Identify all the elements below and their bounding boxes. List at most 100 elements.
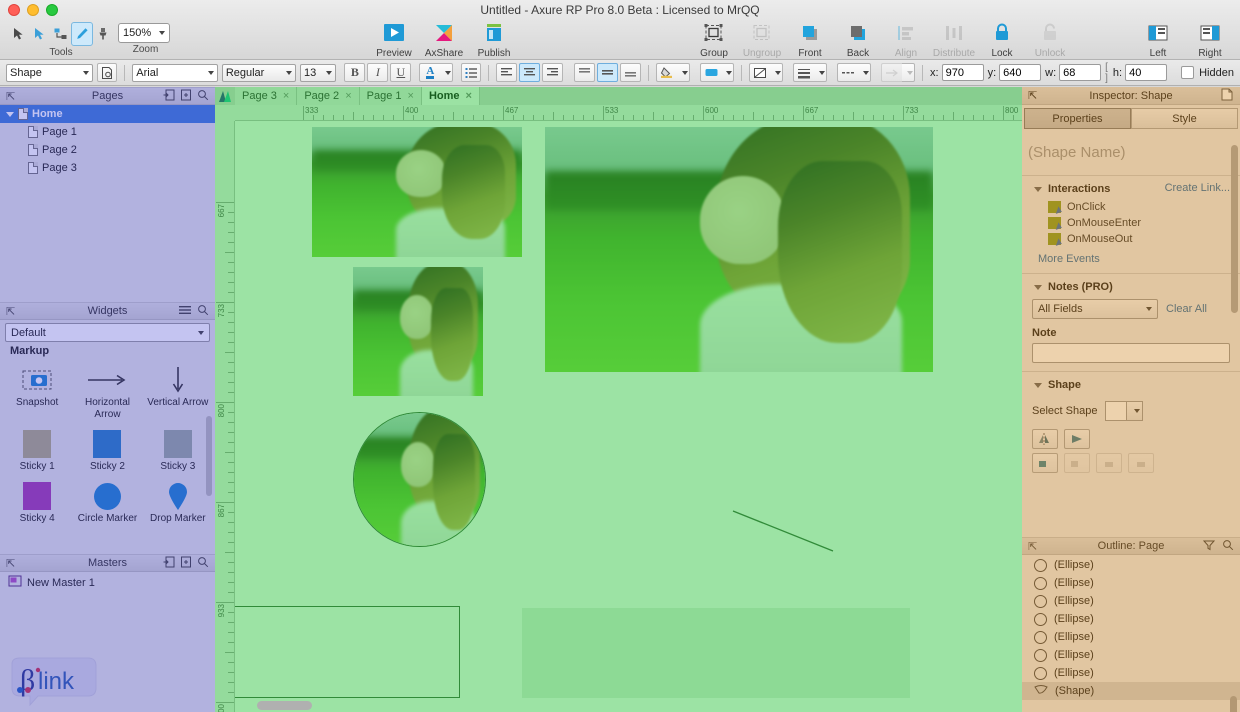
tab-style[interactable]: Style — [1131, 108, 1238, 129]
line-width-dropdown[interactable] — [814, 63, 828, 82]
chevron-down-icon[interactable] — [1034, 382, 1042, 388]
outline-item[interactable]: (Ellipse) — [1022, 646, 1240, 664]
flip-horizontal-button[interactable] — [1032, 429, 1058, 449]
canvas-tab-page-2[interactable]: Page 2 × — [297, 87, 360, 105]
underline-button[interactable]: U — [390, 63, 412, 82]
menu-icon[interactable] — [179, 305, 191, 318]
shape-extra-button-3[interactable] — [1096, 453, 1122, 473]
image-widget-small[interactable] — [353, 267, 483, 396]
inspector-scrollbar[interactable] — [1231, 145, 1238, 313]
outline-item[interactable]: (Ellipse) — [1022, 628, 1240, 646]
close-icon[interactable]: × — [408, 90, 414, 102]
hidden-checkbox[interactable] — [1181, 66, 1195, 79]
outline-scrollbar[interactable] — [1230, 696, 1237, 712]
widget-item-snapshot[interactable]: Snapshot — [2, 357, 72, 421]
back-button[interactable]: Back — [836, 20, 880, 59]
outline-item[interactable]: (Ellipse) — [1022, 610, 1240, 628]
hidden-checkbox-group[interactable]: Hidden — [1181, 66, 1234, 79]
toggle-right-pane-button[interactable]: Right — [1188, 20, 1232, 59]
align-right-button[interactable] — [542, 63, 564, 82]
y-input[interactable] — [999, 64, 1042, 81]
shape-header[interactable]: Shape — [1022, 372, 1240, 395]
publish-button[interactable]: Publish — [472, 20, 516, 59]
flip-vertical-button[interactable] — [1064, 429, 1090, 449]
interactions-header[interactable]: Interactions — [1022, 176, 1120, 199]
y-field[interactable]: y: — [988, 64, 1042, 81]
widget-library-select[interactable]: Default — [5, 323, 210, 342]
page-tree-item-home[interactable]: Home — [0, 105, 215, 123]
search-icon[interactable] — [197, 556, 209, 571]
toggle-left-pane-button[interactable]: Left — [1136, 20, 1180, 59]
front-button[interactable]: Front — [788, 20, 832, 59]
line-style-button[interactable] — [837, 63, 859, 82]
align-center-button[interactable] — [519, 63, 541, 82]
x-field[interactable]: x: — [930, 64, 984, 81]
unlock-button[interactable]: Unlock — [1028, 20, 1072, 59]
bold-button[interactable]: B — [344, 63, 366, 82]
ungroup-button[interactable]: Ungroup — [740, 20, 784, 59]
zoom-select[interactable]: 150% — [118, 23, 170, 43]
add-master-icon[interactable] — [163, 556, 175, 571]
event-row-onclick[interactable]: OnClick — [1022, 199, 1240, 215]
master-item[interactable]: New Master 1 — [0, 573, 215, 592]
widget-group-markup[interactable]: Markup — [0, 345, 215, 357]
widget-item-sticky-3[interactable]: Sticky 3 — [143, 421, 213, 473]
border-style-button[interactable] — [749, 63, 771, 82]
more-events-button[interactable]: More Events — [1038, 253, 1100, 265]
add-folder-icon[interactable] — [180, 556, 192, 571]
close-icon[interactable]: × — [345, 90, 351, 102]
font-family-select[interactable]: Arial — [132, 63, 218, 82]
outline-item[interactable]: (Ellipse) — [1022, 556, 1240, 574]
page-note-icon[interactable] — [1221, 88, 1233, 104]
preview-button[interactable]: Preview — [372, 20, 416, 59]
h-field[interactable]: [ ] h: — [1105, 62, 1168, 84]
group-button[interactable]: Group — [692, 20, 736, 59]
clear-all-button[interactable]: Clear All — [1166, 303, 1207, 315]
shape-extra-button-4[interactable] — [1128, 453, 1154, 473]
filter-icon[interactable] — [1202, 539, 1216, 554]
note-input[interactable] — [1032, 343, 1230, 363]
canvas-surface[interactable] — [235, 121, 1022, 712]
valign-bottom-button[interactable] — [620, 63, 642, 82]
vertical-ruler[interactable]: 667 733 800 867 933 1000 — [215, 121, 235, 712]
align-button[interactable]: Align — [884, 20, 928, 59]
close-icon[interactable]: × — [466, 90, 472, 102]
chevron-down-icon[interactable] — [1034, 284, 1042, 290]
w-input[interactable] — [1059, 64, 1102, 81]
fill-color-dropdown[interactable] — [677, 63, 691, 82]
event-row-onmouseenter[interactable]: OnMouseEnter — [1022, 215, 1240, 231]
image-widget-medium[interactable] — [312, 127, 522, 257]
outline-item[interactable]: (Ellipse) — [1022, 664, 1240, 682]
line-color-button[interactable] — [700, 63, 722, 82]
page-tree-item-page-1[interactable]: Page 1 — [0, 123, 215, 141]
page-tree-item-page-2[interactable]: Page 2 — [0, 141, 215, 159]
tab-properties[interactable]: Properties — [1024, 108, 1131, 129]
valign-top-button[interactable] — [574, 63, 596, 82]
shape-name-input[interactable]: (Shape Name) — [1028, 137, 1234, 167]
fill-color-button[interactable] — [656, 63, 678, 82]
font-color-dropdown[interactable] — [440, 63, 454, 82]
connector-tool-button[interactable] — [50, 22, 71, 46]
widget-item-horizontal-arrow[interactable]: Horizontal Arrow — [72, 357, 142, 421]
lock-button[interactable]: Lock — [980, 20, 1024, 59]
chevron-down-icon[interactable] — [1034, 186, 1042, 192]
image-widget-circle[interactable] — [353, 412, 486, 547]
outline-item[interactable]: (Ellipse) — [1022, 574, 1240, 592]
search-icon[interactable] — [197, 89, 209, 104]
widget-item-circle-marker[interactable]: Circle Marker — [72, 473, 142, 525]
create-link-button[interactable]: Create Link... — [1165, 182, 1230, 194]
widget-item-sticky-1[interactable]: Sticky 1 — [2, 421, 72, 473]
point-select-tool-button[interactable] — [29, 22, 50, 46]
align-left-button[interactable] — [496, 63, 518, 82]
canvas-tab-page-3[interactable]: Page 3 × — [235, 87, 298, 105]
bullet-list-button[interactable] — [461, 63, 482, 82]
font-color-button[interactable]: A — [419, 63, 441, 82]
close-icon[interactable]: × — [283, 90, 289, 102]
search-icon[interactable] — [1222, 539, 1234, 554]
valign-middle-button[interactable] — [597, 63, 619, 82]
style-select[interactable]: Shape — [6, 63, 94, 82]
outline-item[interactable]: (Ellipse) — [1022, 592, 1240, 610]
line-color-dropdown[interactable] — [721, 63, 735, 82]
lock-ratio-icon[interactable]: [ ] — [1105, 62, 1110, 84]
distribute-button[interactable]: Distribute — [932, 20, 976, 59]
